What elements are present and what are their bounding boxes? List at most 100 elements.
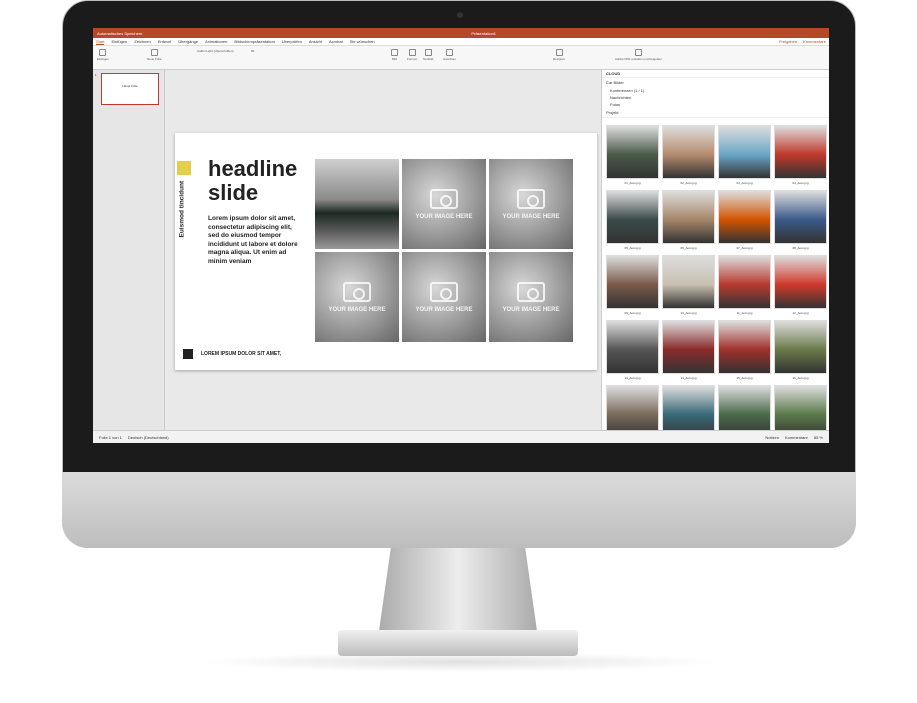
font-size-select[interactable]: 60: [251, 49, 254, 53]
filter-row: Projekt: [602, 108, 829, 118]
picture-icon: [391, 49, 398, 56]
tab-start[interactable]: Start: [96, 39, 105, 45]
tab-animationen[interactable]: Animationen: [205, 39, 227, 44]
car-thumbnail[interactable]: [774, 125, 827, 179]
comments-status-button[interactable]: Kommentare: [785, 435, 808, 440]
car-thumbnail[interactable]: [606, 255, 659, 309]
car-thumbnail[interactable]: [606, 320, 659, 374]
car-thumbnail[interactable]: [774, 190, 827, 244]
language[interactable]: Deutsch (Deutschland): [128, 435, 169, 440]
zoom-level[interactable]: 85 %: [814, 435, 823, 440]
tab-entwurf[interactable]: Entwurf: [158, 39, 172, 44]
tab-acrobat[interactable]: Acrobat: [329, 39, 343, 44]
car-thumbnail[interactable]: [718, 255, 771, 309]
arrange-button[interactable]: Anordnen: [443, 49, 456, 61]
slide-canvas[interactable]: Euismod tincidunt headline slide Lorem i…: [175, 133, 597, 370]
filter-label[interactable]: Projekt: [606, 110, 618, 115]
image-tile[interactable]: 15_Auto.jpg: [718, 320, 771, 382]
folder-tree-item[interactable]: Konferenzen (1 / 1): [602, 87, 829, 94]
image-filename: 15_Auto.jpg: [736, 376, 753, 380]
ribbon: Einfügen Neue Folie Calibri Light (Übers…: [93, 46, 829, 70]
tab-einfuegen[interactable]: Einfügen: [111, 39, 127, 44]
slide-body-text[interactable]: Lorem ipsum dolor sit amet, consectetur …: [208, 215, 300, 266]
image-placeholder[interactable]: YOUR IMAGE HERE: [402, 159, 486, 249]
tab-ansicht[interactable]: Ansicht: [309, 39, 322, 44]
share-button[interactable]: Freigeben: [779, 39, 797, 44]
image-filename: 12_Auto.jpg: [792, 311, 809, 315]
image-tile[interactable]: 04_Auto.jpg: [774, 125, 827, 187]
car-thumbnail[interactable]: [718, 190, 771, 244]
slide-headline[interactable]: headline slide: [208, 157, 318, 205]
paste-button[interactable]: Einfügen: [97, 49, 109, 61]
image-filename: 02_Auto.jpg: [680, 181, 697, 185]
designer-icon: [555, 49, 563, 56]
image-thumbnail-grid: 01_Auto.jpg 02_Auto.jpg 03_Auto.jpg 04_Auto…: [606, 125, 828, 443]
car-thumbnail[interactable]: [662, 320, 715, 374]
image-tile[interactable]: 05_Auto.jpg: [606, 190, 659, 252]
font-select[interactable]: Calibri Light (Überschriften): [197, 49, 234, 53]
folder-tree-item[interactable]: Nachrichten: [602, 94, 829, 101]
autosave-label[interactable]: Automatisches Speichern: [97, 31, 142, 36]
car-thumbnail[interactable]: [662, 125, 715, 179]
monitor-stand-base: [338, 630, 578, 656]
image-tile[interactable]: 14_Auto.jpg: [662, 320, 715, 382]
image-tile[interactable]: 02_Auto.jpg: [662, 125, 715, 187]
image-filename: 14_Auto.jpg: [680, 376, 697, 380]
image-tile[interactable]: 10_Auto.jpg: [662, 255, 715, 317]
screen: Automatisches Speichern Präsentation1 St…: [93, 28, 829, 443]
textbox-icon: [424, 49, 432, 56]
image-tile[interactable]: 09_Auto.jpg: [606, 255, 659, 317]
image-tile[interactable]: 07_Auto.jpg: [718, 190, 771, 252]
tell-me[interactable]: Sie wünschen: [350, 39, 375, 44]
image-placeholder[interactable]: YOUR IMAGE HERE: [489, 252, 573, 342]
car-thumbnail[interactable]: [606, 190, 659, 244]
image-tile[interactable]: 06_Auto.jpg: [662, 190, 715, 252]
designer-button[interactable]: Designer: [553, 49, 565, 61]
camera-icon: [517, 188, 545, 209]
paste-icon: [99, 49, 107, 56]
car-thumbnail[interactable]: [606, 125, 659, 179]
comments-button[interactable]: Kommentare: [803, 39, 826, 44]
image-filename: 05_Auto.jpg: [624, 246, 641, 250]
pdf-button[interactable]: Adobe PDF erstellen und freigeben: [615, 49, 662, 61]
new-slide-button[interactable]: Neue Folie: [147, 49, 162, 61]
car-thumbnail[interactable]: [662, 255, 715, 309]
car-thumbnail[interactable]: [718, 125, 771, 179]
image-placeholder[interactable]: YOUR IMAGE HERE: [315, 252, 399, 342]
title-bar: Automatisches Speichern Präsentation1: [93, 28, 829, 38]
tab-uebergaenge[interactable]: Übergänge: [178, 39, 198, 44]
status-bar: Folie 1 von 1 Deutsch (Deutschland) Noti…: [93, 430, 829, 443]
image-tile[interactable]: 03_Auto.jpg: [718, 125, 771, 187]
image-tile[interactable]: 12_Auto.jpg: [774, 255, 827, 317]
car-photo[interactable]: [315, 159, 399, 249]
shapes-button[interactable]: Formen: [407, 49, 417, 61]
slide-counter: Folie 1 von 1: [99, 434, 122, 440]
folder-tree-item[interactable]: Fotos: [602, 101, 829, 108]
notes-button[interactable]: Notizen: [765, 435, 779, 440]
image-tile[interactable]: 13_Auto.jpg: [606, 320, 659, 382]
image-tile[interactable]: 01_Auto.jpg: [606, 125, 659, 187]
tab-zeichnen[interactable]: Zeichnen: [134, 39, 150, 44]
image-tile[interactable]: 08_Auto.jpg: [774, 190, 827, 252]
tab-ueberpruefen[interactable]: Überprüfen: [282, 39, 302, 44]
image-tile[interactable]: 16_Auto.jpg: [774, 320, 827, 382]
camera-icon: [517, 281, 545, 302]
car-thumbnail[interactable]: [662, 190, 715, 244]
car-thumbnail[interactable]: [774, 255, 827, 309]
textbox-button[interactable]: Textfeld: [423, 49, 433, 61]
car-thumbnail[interactable]: [718, 320, 771, 374]
slide-footer-text[interactable]: LOREM IPSUM DOLOR SIT AMET,: [201, 351, 281, 357]
slide-thumbnail-1[interactable]: Haupt Folie: [101, 73, 159, 105]
image-tile[interactable]: 11_Auto.jpg: [718, 255, 771, 317]
tab-praesentation[interactable]: Bildschirmpräsentation: [234, 39, 274, 44]
footer-square: [183, 349, 193, 359]
monitor-chin: [62, 472, 856, 548]
image-placeholder[interactable]: YOUR IMAGE HERE: [402, 252, 486, 342]
image-placeholder[interactable]: YOUR IMAGE HERE: [489, 159, 573, 249]
car-thumbnail[interactable]: [774, 320, 827, 374]
picture-button[interactable]: Bild: [391, 49, 398, 61]
slide-thumbnails: 1 Haupt Folie: [93, 70, 165, 430]
panel-breadcrumb[interactable]: Car Bilder: [602, 78, 829, 87]
image-library-panel: CLOUD Car Bilder Konferenzen (1 / 1) Nac…: [601, 70, 829, 443]
camera-icon: [343, 281, 371, 302]
